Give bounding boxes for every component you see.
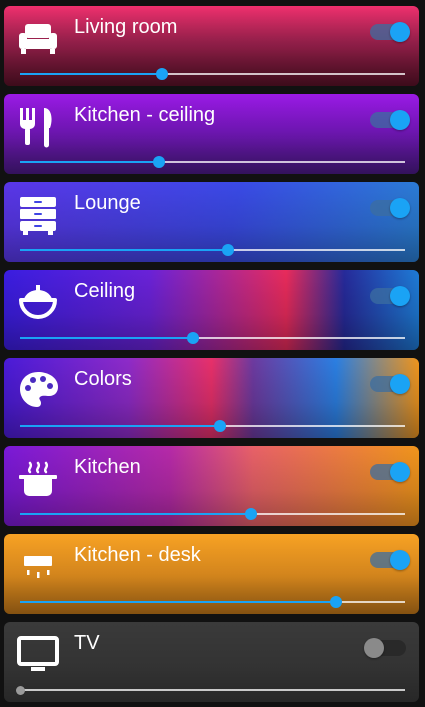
light-card-tv[interactable]: TV [4,622,419,702]
light-card-living-room[interactable]: Living room [4,6,419,86]
light-name: Living room [74,16,178,38]
light-card-kitchen-ceiling[interactable]: Kitchen - ceiling [4,94,419,174]
slider-fill [20,161,159,163]
power-toggle[interactable] [370,110,410,130]
toggle-knob[interactable] [390,198,410,218]
power-toggle[interactable] [370,22,410,42]
brightness-slider[interactable] [20,420,405,432]
light-name: Kitchen - desk [74,544,201,566]
toggle-knob[interactable] [390,22,410,42]
sofa-icon [16,16,60,60]
toggle-knob[interactable] [390,462,410,482]
power-toggle[interactable] [370,286,410,306]
pot-steam-icon [16,456,60,500]
light-name: TV [74,632,100,654]
slider-thumb[interactable] [329,596,342,608]
slider-fill [20,337,194,339]
slider-thumb[interactable] [156,68,169,80]
ceiling-light-icon [16,280,60,324]
slider-fill [20,73,163,75]
slider-thumb[interactable] [152,156,165,168]
toggle-knob[interactable] [390,286,410,306]
toggle-knob[interactable] [390,110,410,130]
power-toggle[interactable] [370,550,410,570]
slider-fill [20,513,251,515]
brightness-slider[interactable] [20,244,405,256]
brightness-slider[interactable] [20,596,405,608]
slider-fill [20,601,336,603]
slider-thumb[interactable] [187,332,200,344]
power-toggle[interactable] [364,638,406,658]
toggle-knob[interactable] [390,374,410,394]
slider-thumb[interactable] [214,420,227,432]
toggle-knob[interactable] [364,638,384,658]
palette-icon [16,368,60,412]
light-card-lounge[interactable]: Lounge [4,182,419,262]
light-name: Lounge [74,192,141,214]
desk-lamp-icon [16,544,60,588]
slider-thumb[interactable] [245,508,257,520]
light-card-kitchen-desk[interactable]: Kitchen - desk [4,534,419,614]
power-toggle[interactable] [370,462,410,482]
tv-icon [16,632,60,676]
light-card-kitchen[interactable]: Kitchen [4,446,419,526]
light-list: Living room Kitchen - ceiling Lounge Cei… [0,0,425,707]
power-toggle[interactable] [370,198,410,218]
fork-knife-icon [16,104,60,148]
light-name: Ceiling [74,280,136,302]
power-toggle[interactable] [370,374,410,394]
brightness-slider[interactable] [20,68,405,80]
brightness-slider[interactable] [20,156,405,168]
light-name: Colors [74,368,132,390]
slider-thumb[interactable] [221,244,234,256]
slider-track [20,689,405,691]
brightness-slider[interactable] [16,684,405,696]
slider-thumb[interactable] [16,686,25,695]
brightness-slider[interactable] [20,332,405,344]
light-card-ceiling[interactable]: Ceiling [4,270,419,350]
light-name: Kitchen - ceiling [74,104,216,126]
slider-fill [20,425,221,427]
light-card-colors[interactable]: Colors [4,358,419,438]
brightness-slider[interactable] [20,508,405,520]
slider-fill [20,249,228,251]
dresser-icon [16,192,60,236]
toggle-knob[interactable] [390,550,410,570]
light-name: Kitchen [74,456,141,478]
